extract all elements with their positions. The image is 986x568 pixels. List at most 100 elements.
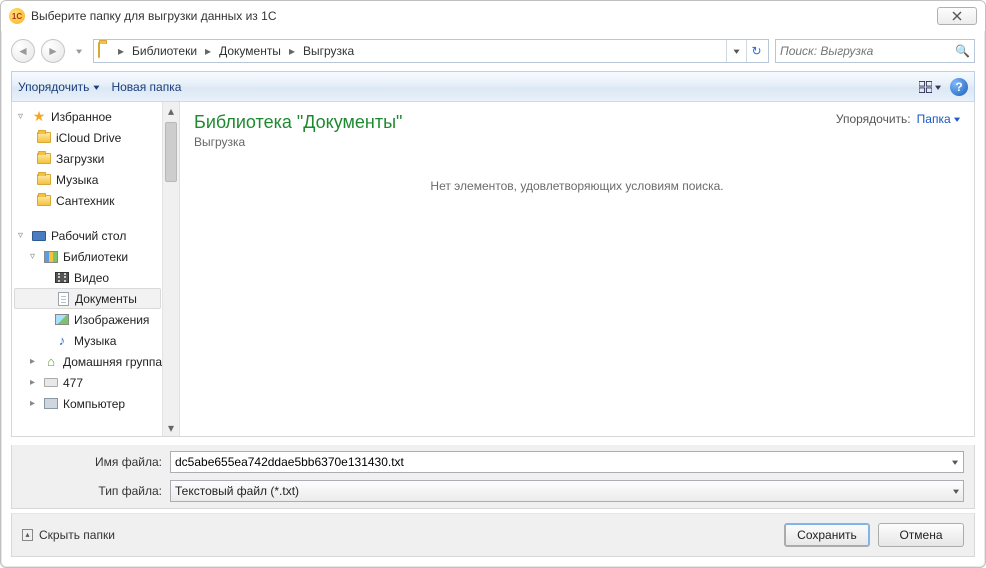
tree-lib-video[interactable]: Видео — [12, 267, 179, 288]
scroll-thumb[interactable] — [165, 122, 177, 182]
tree-fav-custom[interactable]: Сантехник — [12, 190, 179, 211]
new-folder-button[interactable]: Новая папка — [111, 80, 181, 94]
organize-label: Упорядочить — [18, 80, 89, 94]
tree-fav-music[interactable]: Музыка — [12, 169, 179, 190]
close-button[interactable] — [937, 7, 977, 25]
dialog-footer: ▴ Скрыть папки Сохранить Отмена — [11, 513, 975, 557]
tree-computer[interactable]: ▸ Компьютер — [12, 393, 179, 414]
address-history-button[interactable]: ▾ — [726, 40, 746, 62]
drive-icon — [43, 375, 59, 391]
tree-fav-icloud[interactable]: iCloud Drive — [12, 127, 179, 148]
help-button[interactable]: ? — [950, 78, 968, 96]
tree-label: Документы — [75, 292, 137, 306]
forward-button[interactable]: ► — [41, 39, 65, 63]
folder-icon — [36, 151, 52, 167]
breadcrumb-libraries[interactable]: Библиотеки — [126, 40, 203, 62]
tree-label: Библиотеки — [63, 250, 128, 264]
breadcrumb-sep: ▸ — [116, 44, 126, 58]
tree-label: Музыка — [74, 334, 116, 348]
tree-label: iCloud Drive — [56, 131, 121, 145]
view-mode-button[interactable]: ▾ — [918, 76, 942, 98]
tree-drive[interactable]: ▸ 477 — [12, 372, 179, 393]
chevron-down-icon: ▾ — [733, 46, 739, 56]
desktop-icon — [31, 228, 47, 244]
breadcrumb-documents[interactable]: Документы — [213, 40, 287, 62]
dialog-body: ▿ ★ Избранное iCloud Drive Загрузки Музы… — [11, 101, 975, 437]
filename-label: Имя файла: — [95, 455, 162, 469]
expand-icon: ▿ — [30, 251, 41, 262]
hide-folders-label: Скрыть папки — [39, 528, 115, 542]
save-button[interactable]: Сохранить — [784, 523, 870, 547]
cancel-button[interactable]: Отмена — [878, 523, 964, 547]
tree-label: Видео — [74, 271, 109, 285]
tree-fav-downloads[interactable]: Загрузки — [12, 148, 179, 169]
tree-label: Рабочий стол — [51, 229, 126, 243]
filetype-combo[interactable]: Текстовый файл (*.txt) ▾ — [170, 480, 964, 502]
thumbnails-icon — [919, 81, 932, 93]
chevron-down-icon: ▾ — [953, 486, 959, 496]
filetype-value: Текстовый файл (*.txt) — [175, 484, 953, 498]
window-title: Выберите папку для выгрузки данных из 1С — [31, 9, 276, 23]
chevron-down-icon[interactable]: ▾ — [952, 457, 958, 467]
arrow-right-icon: ► — [47, 44, 59, 58]
chevron-down-icon: ▾ — [93, 82, 99, 92]
app-1c-icon: 1C — [9, 8, 25, 24]
expand-icon: ▿ — [18, 111, 29, 122]
expand-icon: ▸ — [30, 356, 41, 367]
search-input[interactable] — [780, 44, 955, 58]
image-icon — [54, 312, 70, 328]
content-pane: Библиотека "Документы" Выгрузка Упорядоч… — [180, 102, 974, 436]
tree-label: Сантехник — [56, 194, 114, 208]
computer-icon — [43, 396, 59, 412]
tree-favorites[interactable]: ▿ ★ Избранное — [12, 106, 179, 127]
titlebar: 1C Выберите папку для выгрузки данных из… — [1, 1, 985, 31]
folder-icon — [36, 130, 52, 146]
folder-icon — [36, 172, 52, 188]
scroll-up-icon[interactable]: ▴ — [163, 102, 179, 119]
tree-lib-documents[interactable]: Документы — [14, 288, 161, 309]
back-button[interactable]: ◄ — [11, 39, 35, 63]
filetype-label: Тип файла: — [98, 484, 162, 498]
arrange-label: Упорядочить: — [836, 112, 911, 126]
empty-message: Нет элементов, удовлетворяющих условиям … — [180, 179, 974, 193]
tree-lib-music[interactable]: ♪ Музыка — [12, 330, 179, 351]
tree-label: Компьютер — [63, 397, 125, 411]
hide-folders-button[interactable]: ▴ Скрыть папки — [22, 528, 115, 542]
filename-input[interactable] — [170, 451, 964, 473]
breadcrumb-current[interactable]: Выгрузка — [297, 40, 360, 62]
close-icon — [951, 11, 963, 21]
arrange-value[interactable]: Папка ▾ — [917, 112, 960, 126]
search-box[interactable]: 🔍 — [775, 39, 975, 63]
chevron-down-icon: ▾ — [954, 114, 960, 124]
arrange-by: Упорядочить: Папка ▾ — [836, 112, 960, 126]
expand-icon: ▸ — [30, 377, 41, 388]
tree-homegroup[interactable]: ▸⌂ Домашняя группа — [12, 351, 179, 372]
tree-label: Избранное — [51, 110, 112, 124]
folder-icon — [98, 43, 114, 59]
address-bar[interactable]: ▸ Библиотеки ▸ Документы ▸ Выгрузка ▾ ↻ — [93, 39, 769, 63]
homegroup-icon: ⌂ — [43, 354, 59, 370]
file-fields-panel: Имя файла: ▾ Тип файла: Текстовый файл (… — [11, 445, 975, 509]
tree-scrollbar[interactable]: ▴ ▾ — [162, 102, 179, 436]
tree-desktop[interactable]: ▿ Рабочий стол — [12, 225, 179, 246]
collapse-icon: ▴ — [22, 529, 33, 541]
navigation-row: ◄ ► ▾ ▸ Библиотеки ▸ Документы ▸ Выгрузк… — [11, 35, 975, 67]
tree-lib-images[interactable]: Изображения — [12, 309, 179, 330]
refresh-button[interactable]: ↻ — [746, 40, 766, 62]
scroll-down-icon[interactable]: ▾ — [163, 419, 179, 436]
document-icon — [55, 291, 71, 307]
video-icon — [54, 270, 70, 286]
chevron-down-icon: ▾ — [76, 46, 82, 56]
expand-icon: ▸ — [30, 398, 41, 409]
organize-menu[interactable]: Упорядочить ▾ — [18, 80, 99, 94]
toolbar: Упорядочить ▾ Новая папка ▾ ? — [11, 71, 975, 103]
tree-label: Домашняя группа — [63, 355, 162, 369]
content-header: Библиотека "Документы" Выгрузка Упорядоч… — [180, 102, 974, 153]
arrow-left-icon: ◄ — [17, 44, 29, 58]
folder-icon — [36, 193, 52, 209]
tree-label: 477 — [63, 376, 83, 390]
tree-libraries[interactable]: ▿ Библиотеки — [12, 246, 179, 267]
history-dropdown[interactable]: ▾ — [71, 39, 87, 63]
expand-icon: ▿ — [18, 230, 29, 241]
music-icon: ♪ — [54, 333, 70, 349]
